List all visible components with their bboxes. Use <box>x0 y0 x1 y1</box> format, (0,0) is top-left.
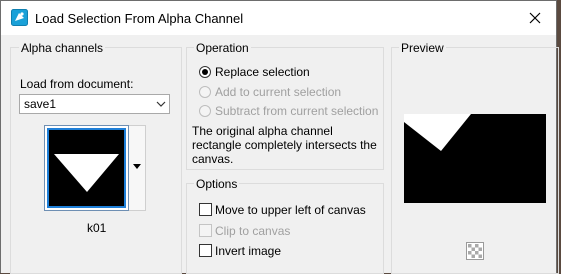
invert-image-label[interactable]: Invert image <box>215 244 281 258</box>
channel-thumbnail[interactable] <box>44 125 129 211</box>
caret-down-icon <box>133 164 141 169</box>
subtract-selection-label[interactable]: Subtract from current selection <box>215 104 378 118</box>
clip-to-canvas-label[interactable]: Clip to canvas <box>215 224 290 238</box>
clip-to-canvas-checkbox[interactable] <box>199 224 212 237</box>
document-select-value: save1 <box>24 97 57 111</box>
channel-name: k01 <box>87 221 107 235</box>
add-selection-radio[interactable] <box>199 86 211 98</box>
chevron-down-icon <box>156 101 166 107</box>
document-select[interactable]: save1 <box>19 94 170 114</box>
move-upper-left-label[interactable]: Move to upper left of canvas <box>215 203 366 217</box>
options-title: Options <box>194 177 240 191</box>
dialog-window: Load Selection From Alpha Channel Alpha … <box>0 0 559 274</box>
subtract-selection-radio[interactable] <box>199 105 211 117</box>
operation-message: The original alpha channel rectangle com… <box>192 124 377 166</box>
checkerboard-zoom-icon[interactable] <box>466 242 484 260</box>
thumbnail-dropdown-button[interactable] <box>129 125 146 211</box>
operation-title: Operation <box>194 41 251 55</box>
app-icon <box>11 9 28 26</box>
window-title: Load Selection From Alpha Channel <box>35 11 244 26</box>
load-from-document-label: Load from document: <box>20 77 134 91</box>
replace-selection-label[interactable]: Replace selection <box>215 65 310 79</box>
add-selection-label[interactable]: Add to current selection <box>215 85 341 99</box>
close-icon[interactable] <box>522 4 548 32</box>
invert-image-checkbox[interactable] <box>199 244 212 257</box>
preview-title: Preview <box>399 41 446 55</box>
title-bar[interactable]: Load Selection From Alpha Channel <box>1 1 556 35</box>
replace-selection-radio[interactable] <box>199 66 211 78</box>
move-upper-left-checkbox[interactable] <box>199 203 212 216</box>
channel-thumbnail-image <box>47 128 126 208</box>
alpha-channels-title: Alpha channels <box>19 41 106 55</box>
preview-image <box>404 114 546 203</box>
